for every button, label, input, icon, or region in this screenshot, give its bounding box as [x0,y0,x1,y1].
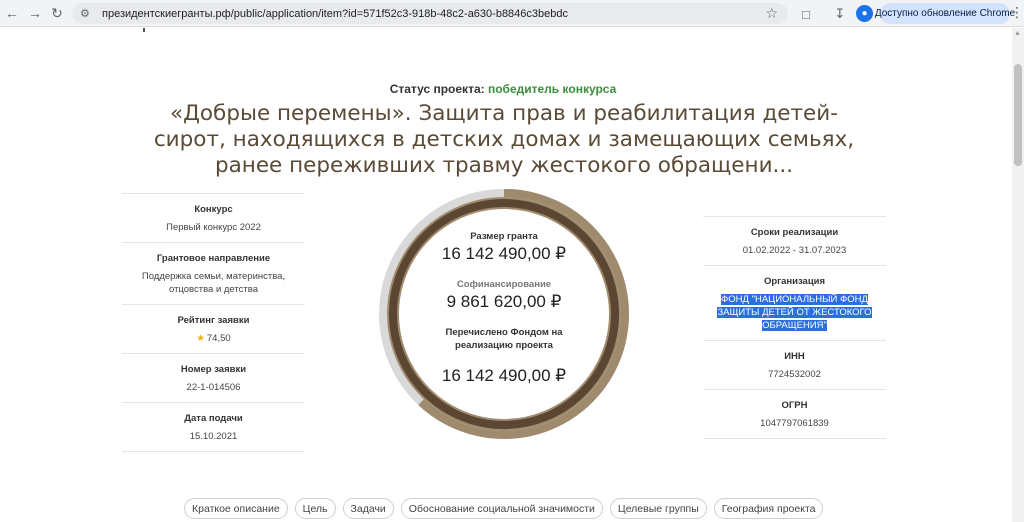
info-value: 15.10.2021 [189,431,238,442]
info-submission-date: Дата подачи 15.10.2021 [122,402,305,451]
divider [122,451,305,452]
info-rating: Рейтинг заявки ★ 74,50 [122,304,305,353]
extensions-icon[interactable]: □ [796,4,816,24]
transferred-value: 16 142 490,00 ₽ [441,366,567,385]
info-organization: Организация ФОНД "НАЦИОНАЛЬНЫЙ ФОНД ЗАЩИ… [703,265,886,340]
project-title: «Добрые перемены». Защита прав и реабили… [153,101,855,178]
tab-social-significance[interactable]: Обоснование социальной значимости [400,498,603,519]
info-label: Сроки реализации [750,227,839,238]
info-ogrn: ОГРН 1047797061839 [703,389,886,438]
cofinancing-label: Софинансирование [456,279,552,290]
info-value: Первый конкурс 2022 [166,222,261,233]
tab-goal[interactable]: Цель [294,498,336,519]
info-value: 74,50 [206,333,231,344]
info-inn: ИНН 7724532002 [703,340,886,389]
page-scrollbar[interactable]: ▲ [1012,28,1024,522]
tab-geography[interactable]: География проекта [713,498,824,519]
scroll-thumb[interactable] [1014,64,1022,166]
tab-target-groups[interactable]: Целевые группы [609,498,707,519]
info-label: Организация [763,276,826,287]
star-icon: ★ [196,333,205,344]
page-content: Статус проекта: победитель конкурса «Доб… [0,28,1012,522]
profile-icon[interactable]: ● [856,5,873,22]
url-text: президентскиегранты.рф/public/applicatio… [102,7,569,20]
info-implementation-period: Сроки реализации 01.02.2022 - 31.07.2023 [703,216,886,265]
bookmark-star-icon[interactable]: ☆ [765,5,778,22]
transferred-label: Перечислено Фондом на реализацию проекта [445,327,563,351]
status-value: победитель конкурса [487,82,617,96]
info-label: ИНН [784,351,805,362]
info-value: Поддержка семьи, материнства, отцовства … [141,271,286,295]
site-info-icon[interactable]: ⚙ [80,7,94,21]
back-icon[interactable]: ← [0,1,24,25]
finance-ring [379,189,629,439]
project-tabs: Краткое описание Цель Задачи Обоснование… [184,498,824,519]
reload-icon[interactable]: ↻ [45,1,69,25]
info-value: 01.02.2022 - 31.07.2023 [742,245,847,256]
divider [703,438,886,439]
info-label: Конкурс [194,204,233,215]
download-icon[interactable]: ↧ [830,4,850,24]
info-value: 1047797061839 [760,418,829,429]
right-info-column: Сроки реализации 01.02.2022 - 31.07.2023… [703,216,886,439]
forward-icon[interactable]: → [23,1,47,25]
project-status: Статус проекта: победитель конкурса [0,82,1006,96]
info-label: Грантовое направление [156,253,271,264]
decorative-tick [143,28,145,32]
info-label: ОГРН [781,400,808,411]
info-contest: Конкурс Первый конкурс 2022 [122,193,305,242]
info-value: 22-1-014506 [186,382,241,393]
info-grant-direction: Грантовое направление Поддержка семьи, м… [122,242,305,304]
info-value: 7724532002 [768,369,821,380]
grant-value: 16 142 490,00 ₽ [441,244,567,263]
left-info-column: Конкурс Первый конкурс 2022 Грантовое на… [122,193,305,452]
tab-tasks[interactable]: Задачи [342,498,394,519]
info-label: Дата подачи [184,413,243,424]
menu-icon[interactable]: ⋮ [1010,4,1024,21]
scroll-up-icon[interactable]: ▲ [1014,30,1022,38]
organization-link[interactable]: ФОНД "НАЦИОНАЛЬНЫЙ ФОНД ЗАЩИТЫ ДЕТЕЙ ОТ … [717,294,872,331]
address-bar[interactable]: ⚙ президентскиегранты.рф/public/applicat… [72,3,788,24]
grant-label: Размер гранта [470,231,538,242]
info-label: Рейтинг заявки [177,315,250,326]
chrome-update-button[interactable]: Доступно обновление Chrome [875,3,1015,24]
info-application-number: Номер заявки 22-1-014506 [122,353,305,402]
tab-short-description[interactable]: Краткое описание [184,498,288,519]
browser-toolbar: ← → ↻ ⚙ президентскиегранты.рф/public/ap… [0,0,1024,27]
info-label: Номер заявки [180,364,247,375]
cofinancing-value: 9 861 620,00 ₽ [446,292,562,311]
status-label: Статус проекта: [389,82,485,96]
